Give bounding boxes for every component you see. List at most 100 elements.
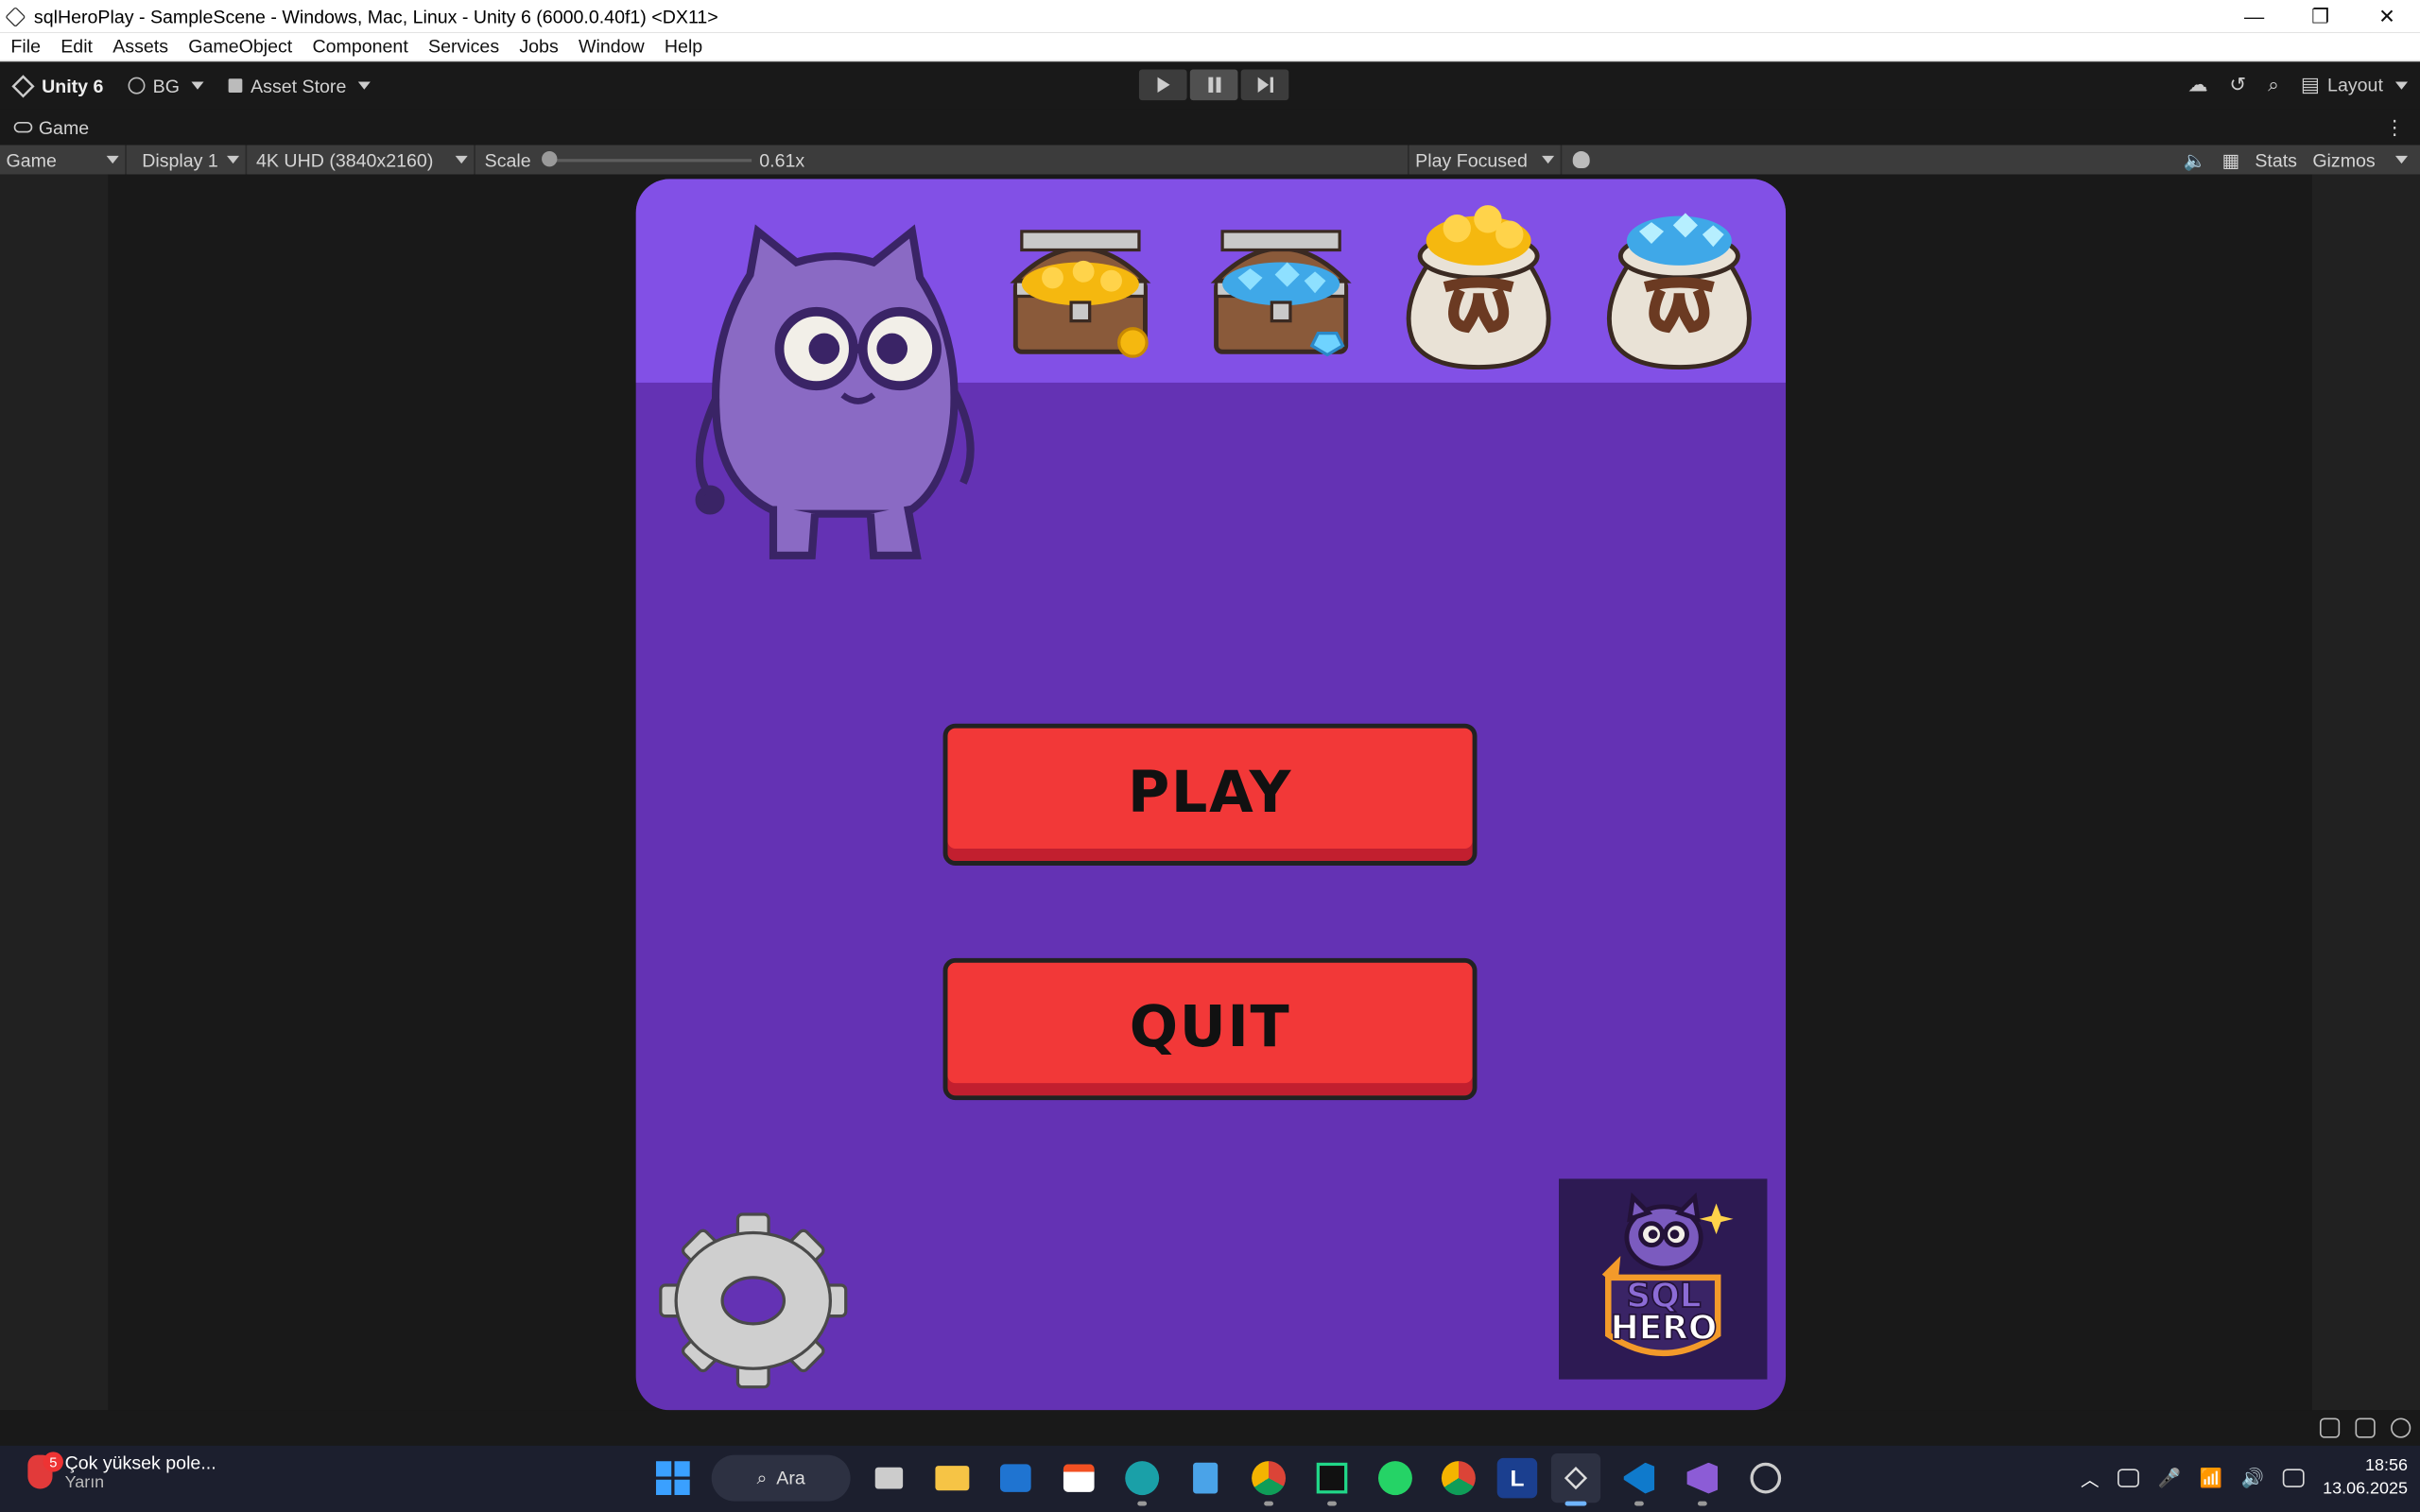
edge-icon: [1125, 1461, 1160, 1496]
layout-dropdown[interactable]: ▤ Layout: [2301, 68, 2409, 102]
asset-store-dropdown[interactable]: Asset Store: [216, 69, 383, 103]
start-button[interactable]: [648, 1453, 698, 1503]
menu-file[interactable]: File: [0, 36, 50, 58]
gem-sack-icon[interactable]: [1596, 200, 1762, 370]
chevron-down-icon: [358, 81, 372, 90]
close-button[interactable]: ✕: [2354, 0, 2420, 32]
onedrive-icon[interactable]: [2118, 1469, 2140, 1487]
menu-component[interactable]: Component: [302, 36, 418, 58]
task-view-button[interactable]: [864, 1453, 913, 1503]
account-icon: [128, 77, 146, 94]
debug-icon[interactable]: [1572, 151, 1590, 168]
search-icon[interactable]: ⌕: [2268, 73, 2279, 97]
taskbar-chrome-profile[interactable]: [1244, 1453, 1293, 1506]
taskbar-vscode[interactable]: [1615, 1453, 1664, 1506]
history-icon[interactable]: ↺: [2229, 73, 2246, 97]
chevron-down-icon: [455, 155, 468, 164]
weather-title: Çok yüksek pole...: [64, 1452, 216, 1474]
settings-gear-icon[interactable]: [658, 1212, 849, 1389]
weather-widget[interactable]: 5 Çok yüksek pole... Yarın: [27, 1452, 216, 1492]
minimize-button[interactable]: —: [2221, 0, 2287, 32]
taskbar-pycharm[interactable]: [1307, 1453, 1357, 1506]
view-select[interactable]: Game: [0, 145, 127, 175]
wifi-icon[interactable]: 📶: [2200, 1468, 2222, 1489]
play-game-button[interactable]: PLAY: [942, 723, 1478, 866]
taskbar-l-app[interactable]: L: [1496, 1457, 1538, 1499]
taskbar-chrome[interactable]: [1434, 1453, 1483, 1503]
gizmos-button[interactable]: Gizmos: [2312, 149, 2375, 171]
tab-game[interactable]: Game: [0, 116, 89, 138]
cloud-icon[interactable]: ☁: [2187, 73, 2207, 97]
visual-studio-icon: [1686, 1462, 1719, 1494]
scale-slider-handle[interactable]: [541, 151, 557, 167]
battery-icon[interactable]: [2282, 1469, 2305, 1487]
more-options-icon[interactable]: ⋮: [2385, 115, 2405, 140]
quit-game-button[interactable]: QUIT: [942, 957, 1478, 1101]
gold-chest-icon[interactable]: [1007, 216, 1155, 365]
stats-button[interactable]: Stats: [2255, 149, 2297, 171]
game-view-right-controls: 🔈 ▦ Stats Gizmos: [2184, 145, 2409, 174]
letterbox-left: [0, 174, 109, 1411]
taskbar-store[interactable]: [1054, 1453, 1103, 1503]
unity-logo-icon: [11, 74, 35, 97]
taskbar-unity[interactable]: [1550, 1453, 1601, 1506]
pause-button[interactable]: [1189, 69, 1238, 101]
play-mode-select[interactable]: Play Focused: [1408, 145, 1563, 175]
play-controls: [1138, 69, 1289, 101]
restore-button[interactable]: ❐: [2288, 0, 2354, 32]
menu-assets[interactable]: Assets: [102, 36, 178, 58]
unity-icon: [1564, 1467, 1588, 1490]
unity-app-icon: [5, 6, 26, 27]
chevron-down-icon: [2394, 80, 2409, 89]
pause-icon: [1207, 77, 1220, 93]
pycharm-icon: [1316, 1462, 1348, 1494]
gamepad-icon: [13, 121, 33, 133]
taskbar-visual-studio[interactable]: [1678, 1453, 1727, 1506]
menu-edit[interactable]: Edit: [50, 36, 102, 58]
gem-chest-icon[interactable]: [1207, 216, 1356, 365]
taskbar-obs[interactable]: [1741, 1453, 1790, 1503]
volume-icon[interactable]: 🔊: [2241, 1468, 2264, 1489]
unity-account-menu[interactable]: Unity 6: [0, 69, 115, 103]
menu-help[interactable]: Help: [653, 36, 712, 58]
check-status-icon[interactable]: [2391, 1418, 2411, 1438]
sql-hero-logo: SQL HERO: [1559, 1178, 1768, 1380]
chevron-down-icon[interactable]: [2394, 155, 2409, 164]
game-viewport: PLAY QUIT SQL HERO: [0, 174, 2420, 1411]
menu-gameobject[interactable]: GameObject: [178, 36, 302, 58]
taskbar-outlook[interactable]: [991, 1453, 1040, 1503]
obs-icon: [1750, 1462, 1782, 1494]
taskbar-file-explorer[interactable]: [927, 1453, 977, 1503]
weather-subtitle: Yarın: [64, 1473, 105, 1492]
grid-icon[interactable]: ▦: [2221, 149, 2239, 171]
thermometer-icon: 5: [27, 1452, 63, 1489]
taskbar-notepad[interactable]: [1181, 1453, 1230, 1503]
editor-status-bar: [0, 1410, 2420, 1446]
taskbar-edge[interactable]: [1117, 1453, 1167, 1506]
debug-status-icon[interactable]: [2319, 1418, 2341, 1438]
taskbar-search[interactable]: ⌕ Ara: [711, 1454, 851, 1502]
taskbar-search-label: Ara: [776, 1467, 805, 1489]
menu-jobs[interactable]: Jobs: [509, 36, 568, 58]
display-select[interactable]: Display 1: [136, 145, 248, 175]
account-dropdown[interactable]: BG: [115, 69, 216, 103]
scale-label: Scale: [484, 149, 531, 172]
menu-window[interactable]: Window: [568, 36, 654, 58]
window-title: sqlHeroPlay - SampleScene - Windows, Mac…: [33, 5, 718, 27]
step-icon: [1256, 77, 1273, 93]
taskbar-whatsapp[interactable]: [1371, 1453, 1420, 1503]
os-taskbar: 5 Çok yüksek pole... Yarın ⌕ Ara L ︿ 🎤 📶…: [0, 1445, 2420, 1512]
gold-sack-icon[interactable]: [1398, 200, 1559, 370]
audio-icon[interactable]: 🔈: [2184, 149, 2206, 171]
play-button[interactable]: [1138, 69, 1187, 101]
cache-status-icon[interactable]: [2355, 1418, 2376, 1438]
clock[interactable]: 18:56 13.06.2025: [2323, 1455, 2408, 1502]
task-view-icon: [874, 1467, 904, 1489]
microphone-icon[interactable]: 🎤: [2158, 1468, 2181, 1489]
scale-slider-track[interactable]: [543, 159, 752, 163]
chevron-up-icon[interactable]: ︿: [2081, 1465, 2100, 1491]
resolution-select[interactable]: 4K UHD (3840x2160): [250, 145, 475, 175]
menu-services[interactable]: Services: [418, 36, 509, 58]
step-button[interactable]: [1240, 69, 1289, 101]
letterbox-right: [2311, 174, 2420, 1411]
